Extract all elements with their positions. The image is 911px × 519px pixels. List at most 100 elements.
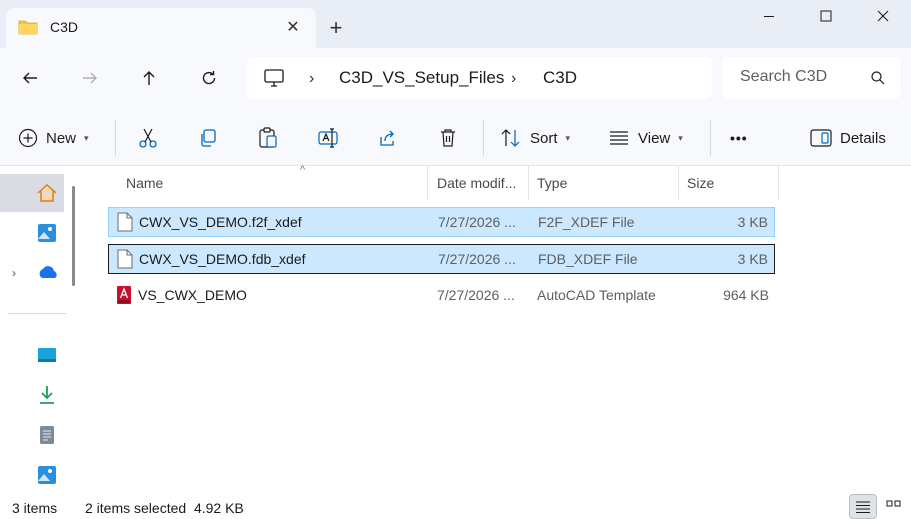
toolbar-divider bbox=[710, 120, 711, 156]
column-name-label: Name bbox=[126, 175, 164, 191]
search-input[interactable]: Search C3D bbox=[722, 57, 900, 99]
minimize-icon bbox=[764, 16, 774, 17]
document-icon bbox=[117, 249, 133, 269]
breadcrumb-c3d-vs-setup-files[interactable]: C3D_VS_Setup_Files bbox=[339, 68, 504, 88]
paste-button[interactable] bbox=[258, 126, 278, 150]
copy-button[interactable] bbox=[198, 126, 218, 150]
sidebar-item-onedrive[interactable] bbox=[36, 262, 60, 284]
rename-button[interactable] bbox=[318, 126, 340, 150]
scissors-icon bbox=[139, 128, 157, 148]
sidebar-item-documents[interactable] bbox=[36, 424, 58, 446]
chevron-right-icon: › bbox=[511, 70, 517, 87]
back-button[interactable] bbox=[16, 64, 44, 92]
column-header-name[interactable]: Name ^ bbox=[118, 164, 428, 200]
file-date: 7/27/2026 ... bbox=[438, 251, 516, 267]
download-icon bbox=[40, 386, 54, 404]
close-tab-icon[interactable]: ✕ bbox=[284, 18, 302, 36]
navigation-pane: › bbox=[0, 166, 86, 492]
refresh-button[interactable] bbox=[195, 64, 223, 92]
file-type: AutoCAD Template bbox=[537, 287, 656, 303]
up-button[interactable] bbox=[135, 64, 163, 92]
details-pane-icon bbox=[810, 129, 832, 147]
new-tab-button[interactable]: + bbox=[324, 16, 348, 40]
column-type-label: Type bbox=[537, 175, 568, 191]
gallery-icon bbox=[38, 224, 56, 242]
column-date-label: Date modif... bbox=[437, 175, 517, 191]
file-size: 964 KB bbox=[723, 287, 769, 303]
sidebar-scrollbar[interactable] bbox=[72, 186, 75, 286]
home-icon bbox=[37, 183, 57, 202]
list-view-icon bbox=[610, 131, 628, 145]
tiles-view-button[interactable] bbox=[880, 494, 908, 519]
folder-icon bbox=[18, 20, 38, 35]
file-list: Name ^ Date modif... Type Size CWX_VS_DE… bbox=[86, 164, 911, 492]
details-view-button[interactable] bbox=[849, 494, 877, 519]
file-size: 3 KB bbox=[737, 251, 768, 267]
share-button[interactable] bbox=[378, 126, 398, 150]
close-icon bbox=[877, 10, 889, 22]
title-bar: C3D ✕ + bbox=[0, 0, 911, 48]
file-date: 7/27/2026 ... bbox=[438, 214, 516, 230]
chevron-right-icon[interactable]: › bbox=[12, 266, 16, 280]
chevron-down-icon: ▾ bbox=[678, 132, 683, 143]
autocad-template-icon bbox=[117, 286, 131, 304]
rename-icon bbox=[318, 128, 338, 148]
tiles-view-icon bbox=[886, 500, 901, 506]
column-header-type[interactable]: Type bbox=[529, 166, 679, 200]
close-window-button[interactable] bbox=[854, 0, 911, 32]
view-label: View bbox=[638, 129, 671, 147]
item-count: 3 items bbox=[12, 500, 58, 516]
more-options-button[interactable]: ••• bbox=[730, 126, 748, 150]
cloud-icon bbox=[39, 266, 57, 278]
sidebar-item-pictures[interactable] bbox=[36, 464, 58, 486]
column-header-size[interactable]: Size bbox=[679, 166, 779, 200]
plus-circle-icon bbox=[18, 128, 38, 148]
sidebar-item-downloads[interactable] bbox=[36, 384, 58, 406]
sort-button[interactable]: Sort ▾ bbox=[500, 126, 570, 150]
tab-c3d[interactable]: C3D ✕ bbox=[6, 8, 316, 48]
file-row[interactable]: VS_CWX_DEMO 7/27/2026 ... AutoCAD Templa… bbox=[108, 281, 775, 311]
file-row[interactable]: CWX_VS_DEMO.fdb_xdef 7/27/2026 ... FDB_X… bbox=[108, 244, 775, 274]
chevron-right-icon: › bbox=[309, 70, 315, 87]
sidebar-item-gallery[interactable] bbox=[36, 222, 58, 244]
search-icon bbox=[871, 71, 885, 85]
maximize-button[interactable] bbox=[797, 0, 855, 32]
desktop-icon bbox=[38, 348, 56, 362]
sort-icon bbox=[501, 129, 520, 147]
toolbar-divider bbox=[483, 120, 484, 156]
status-bar: 3 items 2 items selected 4.92 KB bbox=[0, 492, 911, 519]
sort-label: Sort bbox=[530, 129, 558, 147]
pictures-icon bbox=[38, 466, 56, 484]
column-header-date[interactable]: Date modif... bbox=[429, 166, 529, 200]
file-name: CWX_VS_DEMO.fdb_xdef bbox=[139, 251, 306, 267]
minimize-button[interactable] bbox=[740, 0, 798, 32]
chevron-down-icon: ▾ bbox=[565, 132, 571, 143]
copy-icon bbox=[201, 129, 216, 147]
file-date: 7/27/2026 ... bbox=[437, 287, 515, 303]
address-bar[interactable]: › C3D_VS_Setup_Files › C3D bbox=[247, 57, 712, 99]
details-pane-button[interactable]: Details bbox=[810, 126, 886, 150]
file-type: FDB_XDEF File bbox=[538, 251, 638, 267]
trash-icon bbox=[441, 129, 455, 147]
details-label: Details bbox=[840, 129, 886, 147]
sidebar-item-desktop[interactable] bbox=[36, 344, 58, 366]
sidebar-item-home[interactable] bbox=[0, 174, 64, 212]
forward-button[interactable] bbox=[76, 64, 104, 92]
delete-button[interactable] bbox=[438, 126, 458, 150]
maximize-icon bbox=[820, 10, 832, 22]
share-icon bbox=[380, 130, 394, 146]
this-pc-icon bbox=[264, 69, 284, 87]
command-bar: New ▾ Sort ▾ View ▾ ••• Details bbox=[0, 108, 911, 166]
toolbar-divider bbox=[115, 120, 116, 156]
arrow-up-icon bbox=[143, 71, 155, 85]
cut-button[interactable] bbox=[138, 126, 158, 150]
file-name: VS_CWX_DEMO bbox=[138, 287, 247, 303]
breadcrumb-c3d[interactable]: C3D bbox=[543, 68, 577, 88]
new-button[interactable]: New ▾ bbox=[18, 126, 89, 150]
sidebar-divider bbox=[8, 313, 66, 314]
document-icon bbox=[117, 212, 133, 232]
arrow-left-icon bbox=[23, 72, 37, 84]
column-size-label: Size bbox=[687, 175, 715, 191]
view-button[interactable]: View ▾ bbox=[608, 126, 683, 150]
file-row[interactable]: CWX_VS_DEMO.f2f_xdef 7/27/2026 ... F2F_X… bbox=[108, 207, 775, 237]
